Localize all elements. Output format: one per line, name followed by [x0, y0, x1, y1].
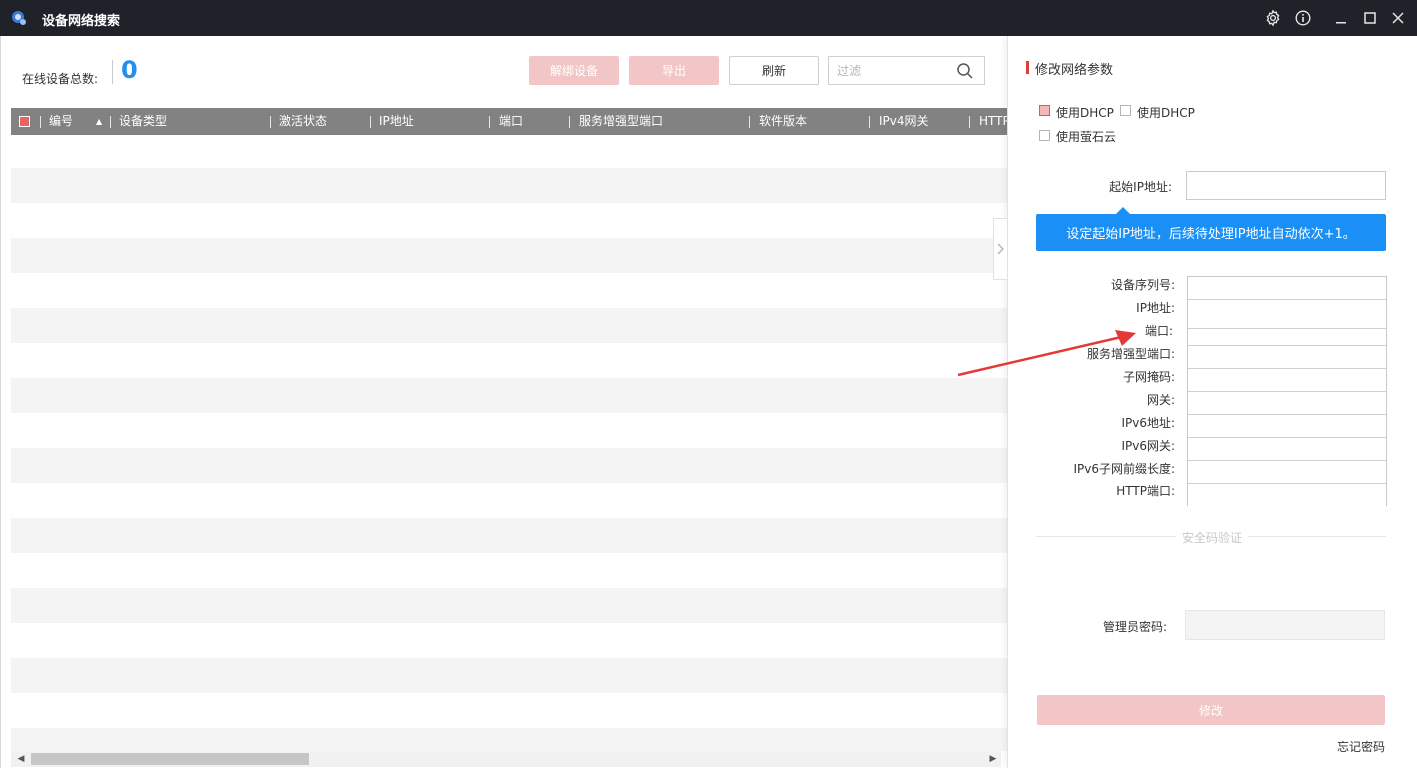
info-button[interactable] [1293, 8, 1313, 28]
chevron-right-icon [997, 243, 1004, 255]
close-button[interactable] [1388, 8, 1408, 28]
column-header-enhanced-port[interactable]: 服务增强型端口 [579, 108, 663, 135]
minimize-icon [1336, 22, 1346, 24]
gateway-label: 网关: [1146, 393, 1175, 407]
table-row-empty [11, 728, 1007, 751]
column-header-ipv4-gateway[interactable]: IPv4网关 [879, 108, 929, 135]
horizontal-scrollbar[interactable]: ◀ ▶ [11, 751, 1001, 767]
security-code-label: 安全码验证 [1176, 529, 1249, 546]
column-divider [749, 116, 750, 128]
ezviz-label: 使用萤石云 [1056, 130, 1117, 144]
table-row-empty [11, 308, 1007, 343]
dhcp-checkbox-2[interactable] [1120, 105, 1131, 116]
ip-address-label: IP地址: [1136, 301, 1175, 315]
enhanced-port-input[interactable] [1188, 345, 1386, 367]
annotation-arrow [957, 330, 1136, 377]
divider [112, 60, 113, 84]
export-button[interactable]: 导出 [629, 56, 719, 85]
table-row-empty [11, 588, 1007, 623]
table-row-empty [11, 238, 1007, 273]
start-ip-input[interactable] [1186, 171, 1386, 200]
gear-icon [1266, 9, 1280, 27]
info-icon [1295, 10, 1311, 26]
column-header-number[interactable]: 编号 [49, 108, 73, 135]
collapse-panel-button[interactable] [993, 218, 1007, 280]
table-header: 编号 ▲ 设备类型 激活状态 IP地址 端口 服务增强型端口 软件版本 IPv4… [11, 108, 1007, 135]
ip-address-input[interactable] [1188, 299, 1386, 327]
admin-password-label: 管理员密码: [1103, 620, 1168, 634]
app-logo-icon [10, 9, 28, 27]
column-divider [569, 116, 570, 128]
column-divider [969, 116, 970, 128]
total-devices-label: 在线设备总数: [22, 72, 99, 86]
dhcp-label: 使用DHCP [1056, 106, 1114, 120]
window-title: 设备网络搜索 [42, 14, 121, 29]
dhcp-checkbox[interactable] [1039, 105, 1050, 116]
filter-box [828, 56, 985, 85]
gateway-input[interactable] [1188, 391, 1386, 413]
select-all-checkbox[interactable] [19, 116, 30, 127]
column-header-software-version[interactable]: 软件版本 [759, 108, 807, 135]
http-port-input[interactable] [1188, 483, 1386, 505]
column-divider [270, 116, 271, 128]
refresh-button[interactable]: 刷新 [729, 56, 819, 85]
tooltip-arrow [1116, 207, 1130, 214]
http-port-label: HTTP端口: [1116, 484, 1175, 498]
maximize-button[interactable] [1360, 8, 1380, 28]
maximize-icon [1364, 12, 1376, 24]
title-bar: 设备网络搜索 [0, 0, 1417, 36]
start-ip-label: 起始IP地址: [1109, 180, 1172, 194]
column-divider [869, 116, 870, 128]
ipv6-prefix-label: IPv6子网前缀长度: [1073, 462, 1175, 476]
ipv6-address-label: IPv6地址: [1121, 416, 1175, 430]
ipv6-address-input[interactable] [1188, 414, 1386, 436]
minimize-button[interactable] [1331, 8, 1351, 28]
table-row-empty [11, 448, 1007, 483]
admin-password-input[interactable] [1185, 610, 1385, 640]
column-header-activation[interactable]: 激活状态 [279, 108, 327, 135]
start-ip-tooltip: 设定起始IP地址，后续待处理IP地址自动依次+1。 [1036, 214, 1386, 251]
column-divider [110, 116, 111, 128]
table-row-empty [11, 378, 1007, 413]
subnet-mask-input[interactable] [1188, 368, 1386, 390]
close-icon [1392, 12, 1404, 24]
column-divider [40, 116, 41, 128]
filter-input[interactable] [829, 57, 957, 84]
title-accent-bar [1026, 61, 1029, 74]
table-row-empty [11, 168, 1007, 203]
sort-ascending-icon[interactable]: ▲ [96, 117, 102, 126]
ipv6-gateway-input[interactable] [1188, 437, 1386, 459]
column-divider [370, 116, 371, 128]
column-divider [489, 116, 490, 128]
unbind-device-button[interactable]: 解绑设备 [529, 56, 619, 85]
column-header-ip[interactable]: IP地址 [379, 108, 414, 135]
ipv6-gateway-label: IPv6网关: [1121, 439, 1175, 453]
settings-button[interactable] [1263, 8, 1283, 28]
search-icon[interactable] [956, 62, 974, 80]
table-row-empty [11, 518, 1007, 553]
scroll-left-icon[interactable]: ◀ [15, 753, 27, 765]
column-header-http[interactable]: HTTP [979, 108, 1007, 135]
column-header-device-type[interactable]: 设备类型 [119, 108, 167, 135]
dhcp-label-2: 使用DHCP [1137, 106, 1195, 120]
total-devices-count: 0 [121, 56, 138, 84]
ipv6-prefix-input[interactable] [1188, 460, 1386, 482]
column-header-port[interactable]: 端口 [499, 108, 523, 135]
modify-button[interactable]: 修改 [1037, 695, 1385, 725]
scroll-right-icon[interactable]: ▶ [987, 753, 999, 765]
port-input[interactable] [1188, 328, 1386, 344]
ezviz-checkbox[interactable] [1039, 130, 1050, 141]
panel-title: 修改网络参数 [1035, 63, 1114, 78]
serial-number-input[interactable] [1188, 277, 1386, 298]
table-row-empty [11, 658, 1007, 693]
scrollbar-thumb[interactable] [31, 753, 309, 765]
forgot-password-link[interactable]: 忘记密码 [1337, 738, 1385, 755]
serial-number-label: 设备序列号: [1110, 278, 1175, 292]
